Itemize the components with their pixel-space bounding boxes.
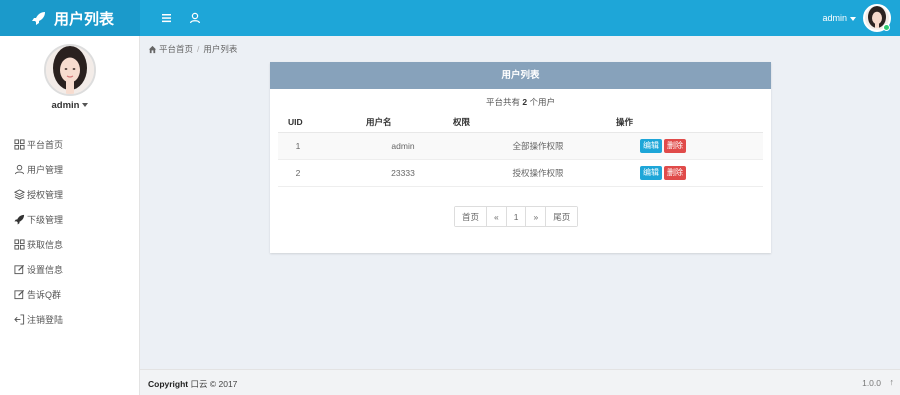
copyright: Copyright 口云 © 2017 (148, 378, 237, 390)
cell-permission: 全部操作权限 (448, 132, 598, 160)
sidebar-item-logout[interactable]: 注销登陆 (0, 307, 140, 332)
sidebar-item-home[interactable]: 平台首页 (0, 132, 140, 157)
sidebar-item-label: 告诉Q群 (27, 290, 62, 300)
home-icon (148, 45, 157, 53)
top-user-menu[interactable]: admin (822, 13, 856, 23)
breadcrumb: 平台首页 / 用户列表 (148, 43, 237, 55)
pager-page-1[interactable]: 1 (506, 207, 527, 226)
rocket-icon (32, 12, 45, 25)
app-title: 用户列表 (54, 10, 115, 28)
table-row: 1 admin 全部操作权限 编辑 删除 (278, 132, 763, 160)
copyright-text: 口云 © 2017 (190, 379, 238, 389)
version-label: 1.0.0 (862, 378, 881, 388)
column-header-username: 用户名 (358, 112, 448, 133)
edit-icon (14, 289, 25, 300)
user-table: UID 用户名 权限 操作 1 admin 全部操作权限 编辑 删除 2 2333… (278, 112, 763, 187)
chevron-down-icon (850, 16, 856, 21)
pager-next[interactable]: » (526, 207, 547, 226)
menu-toggle-icon[interactable] (160, 11, 174, 25)
user-count: 2 (522, 97, 528, 107)
sidebar-item-fetch-info[interactable]: 获取信息 (0, 232, 140, 257)
summary-suffix: 个用户 (529, 97, 555, 107)
top-user-name: admin (822, 13, 847, 23)
panel-title: 用户列表 (270, 62, 771, 89)
breadcrumb-current: 用户列表 (203, 44, 238, 54)
cell-uid: 2 (278, 159, 358, 187)
breadcrumb-separator: / (197, 44, 200, 54)
table-header-row: UID 用户名 权限 操作 (278, 112, 763, 133)
user-list-panel: 用户列表 平台共有 2 个用户 UID 用户名 权限 操作 1 admin 全部… (270, 62, 771, 253)
rocket-icon (14, 214, 25, 225)
edit-button[interactable]: 编辑 (640, 165, 662, 180)
summary-prefix: 平台共有 (485, 97, 520, 107)
user-count-summary: 平台共有 2 个用户 (270, 96, 771, 108)
column-header-permission: 权限 (448, 112, 598, 133)
pager-last[interactable]: 尾页 (546, 207, 578, 226)
table-row: 2 23333 授权操作权限 编辑 删除 (278, 159, 763, 187)
delete-button[interactable]: 删除 (664, 165, 686, 180)
logout-icon (14, 314, 25, 325)
sidebar-item-label: 获取信息 (27, 240, 64, 250)
sidebar-item-qq-group[interactable]: 告诉Q群 (0, 282, 140, 307)
sidebar-avatar (44, 44, 96, 96)
sidebar-item-label: 用户管理 (27, 165, 64, 175)
cell-permission: 授权操作权限 (448, 159, 598, 187)
sidebar-item-label: 注销登陆 (27, 315, 64, 325)
sidebar-item-users[interactable]: 用户管理 (0, 157, 140, 182)
pager-first[interactable]: 首页 (455, 207, 488, 226)
cell-actions: 编辑 删除 (598, 159, 763, 187)
user-icon (14, 164, 25, 175)
footer: Copyright 口云 © 2017 1.0.0 ↑ (140, 369, 900, 395)
edit-icon (14, 264, 25, 275)
sidebar-user-menu[interactable]: admin (0, 100, 140, 111)
layers-icon (14, 189, 25, 200)
cell-actions: 编辑 删除 (598, 132, 763, 160)
cell-uid: 1 (278, 132, 358, 160)
sidebar: admin 平台首页 用户管理 授权管理 下级管理 获取信息 设置信息 告诉Q群… (0, 36, 140, 395)
pagination: 首页 « 1 » 尾页 (454, 206, 579, 227)
breadcrumb-home[interactable]: 平台首页 (159, 43, 193, 55)
sidebar-user-name: admin (51, 100, 80, 111)
column-header-uid: UID (278, 112, 358, 133)
edit-button[interactable]: 编辑 (640, 138, 662, 153)
sidebar-item-label: 平台首页 (27, 140, 64, 150)
brand[interactable]: 用户列表 (0, 0, 140, 36)
delete-button[interactable]: 删除 (664, 138, 686, 153)
sidebar-item-label: 下级管理 (27, 215, 64, 225)
sidebar-item-label: 设置信息 (27, 265, 64, 275)
cell-username: admin (358, 132, 448, 160)
scroll-top-icon[interactable]: ↑ (890, 377, 895, 387)
user-icon[interactable] (188, 11, 202, 25)
pager-prev[interactable]: « (487, 207, 507, 226)
sidebar-item-settings[interactable]: 设置信息 (0, 257, 140, 282)
grid-icon (14, 239, 25, 250)
copyright-label: Copyright (148, 379, 189, 389)
top-navbar: 用户列表 admin (0, 0, 900, 36)
cell-username: 23333 (358, 159, 448, 187)
sidebar-item-label: 授权管理 (27, 190, 64, 200)
grid-icon (14, 139, 25, 150)
online-status-dot (883, 24, 890, 31)
column-header-actions: 操作 (598, 112, 763, 133)
sidebar-item-subordinates[interactable]: 下级管理 (0, 207, 140, 232)
chevron-down-icon (82, 103, 89, 108)
sidebar-menu: 平台首页 用户管理 授权管理 下级管理 获取信息 设置信息 告诉Q群 注销登陆 (0, 132, 140, 332)
sidebar-item-auth[interactable]: 授权管理 (0, 182, 140, 207)
